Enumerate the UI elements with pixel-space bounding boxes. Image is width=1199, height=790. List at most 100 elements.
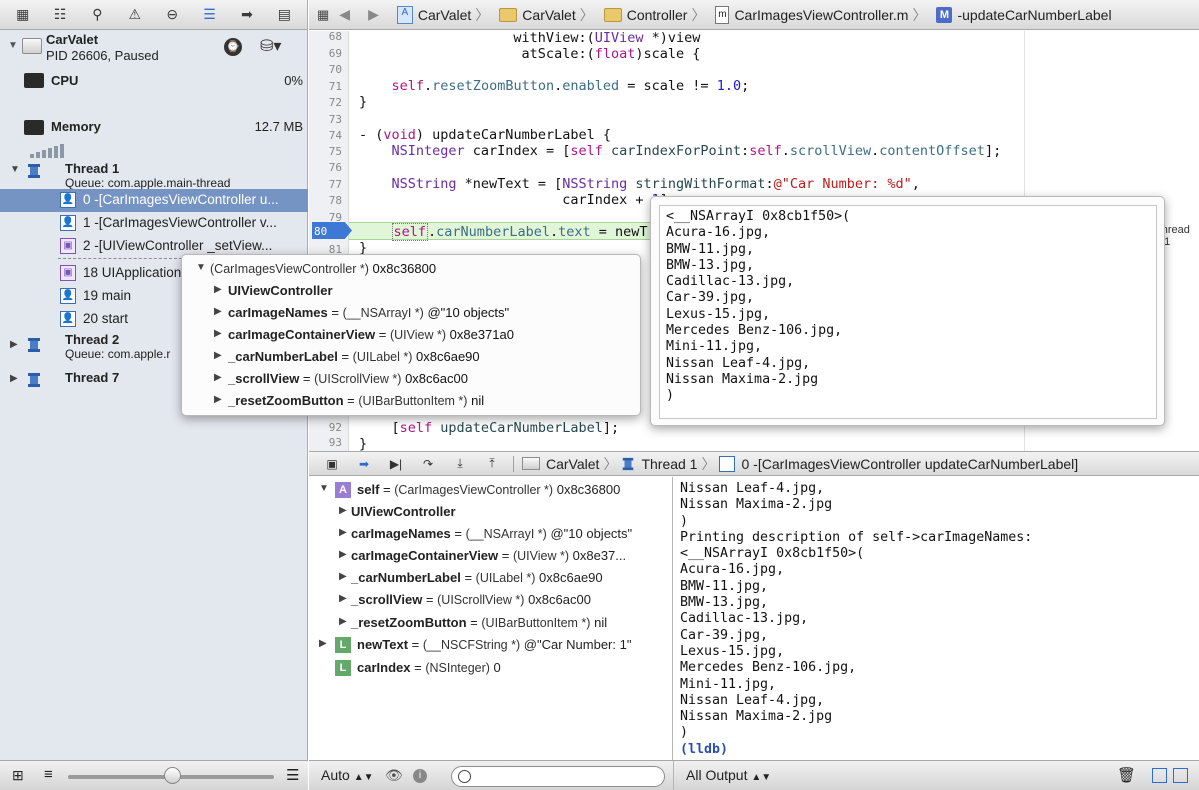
disclosure-icon[interactable]: ▶	[214, 284, 222, 295]
popover-root-row[interactable]: ▼ (CarImagesViewController *) 0x8c36800	[182, 259, 640, 281]
continue-icon[interactable]: ▶|	[383, 455, 409, 473]
variable-row[interactable]: ▶ UIViewController	[309, 501, 672, 523]
variables-scope-popup[interactable]: Auto ▲▼	[321, 767, 374, 783]
disclosure-icon[interactable]: ▶	[214, 394, 222, 405]
symbol-navigator-icon[interactable]: ☷	[49, 6, 71, 24]
var-value: 0x8c36800	[556, 482, 621, 497]
disclosure-icon[interactable]: ▶	[214, 350, 222, 361]
disclosure-icon[interactable]: ▶	[339, 527, 347, 538]
log-icon[interactable]: ▤	[273, 6, 295, 24]
jump-group[interactable]: CarValet	[499, 7, 576, 23]
chevron-right-icon: 〉	[579, 6, 594, 23]
thread-queue: Queue: com.apple.r	[65, 347, 171, 361]
step-out-icon[interactable]: ⤒	[479, 455, 505, 473]
process-row[interactable]: ▼ CarValet PID 26606, Paused ⌚ ⛁▾	[0, 30, 307, 68]
disclosure-icon[interactable]: ▶	[339, 571, 347, 582]
disclosure-icon[interactable]: ▶	[10, 373, 18, 384]
variable-row[interactable]: ▼ A self = (CarImagesViewController *) 0…	[309, 479, 672, 501]
print-description-info-icon[interactable]: i	[413, 769, 427, 783]
variable-row[interactable]: ▶ L newText = (__NSCFString *) @"Car Num…	[309, 634, 672, 656]
related-items-icon[interactable]: ▦	[317, 7, 329, 23]
jump-method-label: -updateCarNumberLabel	[957, 6, 1112, 23]
show-variables-pane-icon[interactable]	[1152, 768, 1167, 783]
variables-view[interactable]: ▼ A self = (CarImagesViewController *) 0…	[309, 477, 673, 760]
jump-method[interactable]: M -updateCarNumberLabel	[936, 6, 1112, 23]
line-number: 72	[328, 96, 342, 109]
quick-look-eye-icon[interactable]: 👁	[385, 767, 403, 784]
process-view-options-icon[interactable]: ⛁▾	[260, 36, 286, 56]
chevron-right-icon: 〉	[701, 455, 716, 472]
frame-label: 1 -[CarImagesViewController v...	[83, 215, 277, 230]
thread-name: Thread 1	[65, 161, 120, 176]
stack-frame-row[interactable]: 👤 1 -[CarImagesViewController v...	[0, 212, 308, 235]
disclosure-icon[interactable]: ▶	[319, 638, 327, 649]
var-type: (UILabel *)	[352, 350, 413, 364]
find-icon[interactable]: ⚲	[86, 6, 108, 24]
disclosure-icon[interactable]: ▼	[196, 262, 206, 273]
show-console-pane-icon[interactable]	[1173, 768, 1188, 783]
jump-file[interactable]: m CarImagesViewController.m	[715, 5, 908, 24]
disclosure-icon[interactable]: ▼	[10, 164, 20, 175]
disclosure-icon[interactable]: ▶	[339, 505, 347, 516]
variable-row[interactable]: ▶ carImageNames = (__NSArrayI *) @"10 ob…	[309, 523, 672, 545]
debug-navigator-icon[interactable]: ☰	[199, 6, 221, 24]
hide-debug-area-icon[interactable]: ▣	[319, 455, 345, 473]
disclosure-icon[interactable]: ▶	[10, 339, 18, 350]
popover-var-row[interactable]: ▶ UIViewController	[182, 281, 640, 303]
trash-icon[interactable]: 🗑	[1117, 766, 1136, 784]
cpu-label: CPU	[51, 73, 79, 88]
popover-var-row[interactable]: ▶ carImageContainerView = (UIView *) 0x8…	[182, 325, 640, 347]
console-output-popup[interactable]: All Output ▲▼	[686, 767, 771, 783]
jump-project[interactable]: A CarValet	[396, 5, 471, 24]
step-into-icon[interactable]: ⤓	[447, 455, 473, 473]
gauges-toggle-icon[interactable]: ⌚	[224, 38, 242, 56]
thread-row[interactable]: ▼ Thread 1 Queue: com.apple.main-thread	[0, 160, 308, 190]
jump-group[interactable]: Controller	[603, 7, 687, 23]
description-text[interactable]: <__NSArrayI 0x8cb1f50>( Acura-16.jpg, BM…	[659, 205, 1157, 419]
issue-icon[interactable]: ⚠	[124, 6, 146, 24]
disclosure-icon[interactable]: ▶	[339, 593, 347, 604]
variable-inspector-popover[interactable]: ▼ (CarImagesViewController *) 0x8c36800 …	[181, 254, 808, 416]
disclosure-icon[interactable]: ▶	[339, 616, 347, 627]
variable-row[interactable]: ▶ carImageContainerView = (UIView *) 0x8…	[309, 545, 672, 567]
disclosure-icon[interactable]: ▶	[214, 306, 222, 317]
popover-var-row[interactable]: ▶ _scrollView = (UIScrollView *) 0x8c6ac…	[182, 369, 640, 391]
console-line: )	[680, 513, 689, 529]
debug-process-label[interactable]: CarValet	[546, 456, 599, 472]
popover-var-row[interactable]: ▶ carImageNames = (__NSArrayI *) @"10 ob…	[182, 303, 808, 325]
back-arrow-icon[interactable]: ◀	[339, 6, 350, 23]
step-over-icon[interactable]: ↷	[415, 455, 441, 473]
cpu-gauge[interactable]: CPU 0%	[0, 70, 308, 110]
compress-stack-icon[interactable]: ≡	[44, 766, 53, 783]
project-navigator-icon[interactable]: ▦	[12, 6, 34, 24]
breakpoint-icon[interactable]: ➡	[236, 6, 258, 24]
show-crashed-only-icon[interactable]: ⊞	[12, 767, 24, 784]
slider-knob[interactable]	[164, 767, 181, 784]
stack-frame-row[interactable]: 👤 0 -[CarImagesViewController u...	[0, 189, 308, 212]
var-type: (CarImagesViewController *)	[210, 262, 369, 276]
chevron-right-icon: 〉	[912, 6, 927, 23]
lldb-prompt[interactable]: (lldb)	[680, 742, 1193, 758]
variable-row[interactable]: ▶ _scrollView = (UIScrollView *) 0x8c6ac…	[309, 589, 672, 611]
popover-var-row[interactable]: ▶ _carNumberLabel = (UILabel *) 0x8c6ae9…	[182, 347, 640, 369]
debug-console[interactable]: Nissan Leaf-4.jpg, Nissan Maxima-2.jpg )…	[674, 477, 1199, 760]
variables-filter-input[interactable]	[451, 766, 665, 787]
variable-row[interactable]: ▶ _carNumberLabel = (UILabel *) 0x8c6ae9…	[309, 567, 672, 589]
popover-var-row[interactable]: ▶ _resetZoomButton = (UIBarButtonItem *)…	[182, 391, 640, 413]
disclosure-icon[interactable]: ▶	[214, 328, 222, 339]
toggle-breakpoints-icon[interactable]: ➡	[351, 455, 377, 473]
test-icon[interactable]: ⊖	[161, 6, 183, 24]
disclosure-icon[interactable]: ▼	[319, 483, 329, 494]
disclosure-icon[interactable]: ▶	[339, 549, 347, 560]
forward-arrow-icon[interactable]: ▶	[368, 6, 379, 23]
var-name: UIViewController	[351, 504, 456, 519]
variable-row[interactable]: ▶ _resetZoomButton = (UIBarButtonItem *)…	[309, 612, 672, 634]
disclosure-icon[interactable]: ▼	[8, 40, 18, 51]
debug-frame-label[interactable]: 0 -[CarImagesViewController updateCarNum…	[741, 456, 1078, 472]
var-name: newText	[357, 637, 409, 652]
debug-thread-label[interactable]: Thread 1	[641, 456, 697, 472]
print-description-popover[interactable]: <__NSArrayI 0x8cb1f50>( Acura-16.jpg, BM…	[650, 196, 1165, 426]
disclosure-icon[interactable]: ▶	[214, 372, 222, 383]
expand-stack-icon[interactable]: ☰	[286, 766, 299, 784]
variable-row[interactable]: L carIndex = (NSInteger) 0	[309, 657, 672, 679]
